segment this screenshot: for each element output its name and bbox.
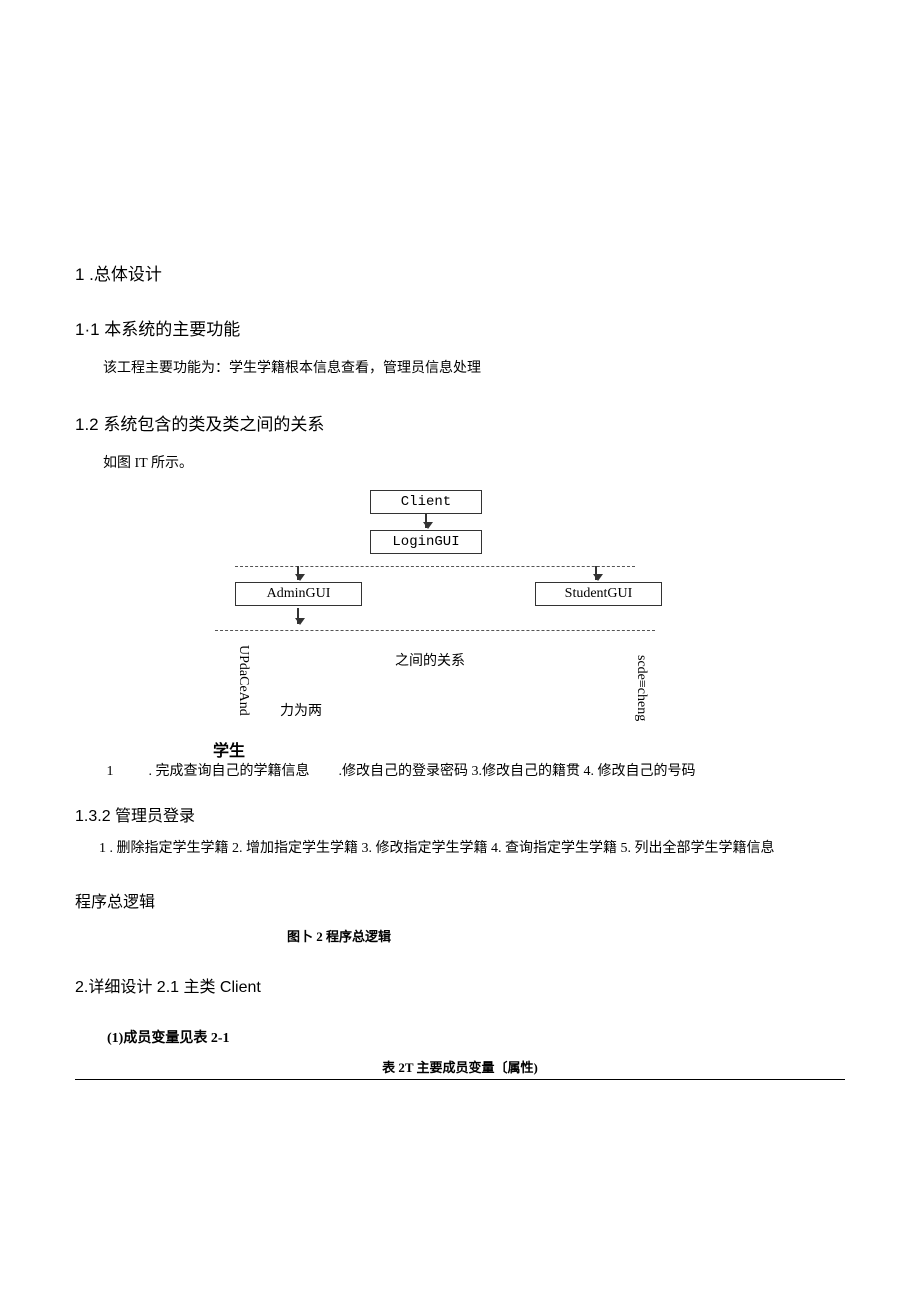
heading-1-2: 1.2 系统包含的类及类之间的关系 bbox=[75, 410, 845, 435]
class-diagram: Client LoginGUI AdminGUI StudentGUI UPda… bbox=[135, 490, 835, 760]
arrow-icon bbox=[595, 566, 597, 580]
table-2t-caption: 表 2T 主要成员变量〔属性) bbox=[75, 1057, 845, 1076]
diagram-label-scdecheng: scde≡cheng bbox=[633, 655, 649, 721]
list-item-text-c: .修改自己的登录密码 3.修改自己的籍贯 4. 修改自己的号码 bbox=[339, 764, 696, 779]
heading-2: 2.详细设计 2.1 主类 Client bbox=[75, 973, 845, 997]
dashed-connector bbox=[215, 630, 655, 631]
diagram-box-logingui: LoginGUI bbox=[370, 530, 482, 554]
diagram-box-studentgui: StudentGUI bbox=[535, 582, 662, 606]
diagram-box-admingui: AdminGUI bbox=[235, 582, 362, 606]
heading-logic: 程序总逻辑 bbox=[75, 888, 845, 912]
paragraph-1-1: 该工程主要功能为：学生学籍根本信息查看，管理员信息处理 bbox=[75, 358, 845, 380]
subtitle-2-1-1: (1)成员变量见表 2-1 bbox=[107, 1027, 845, 1047]
dashed-connector bbox=[235, 566, 635, 567]
table-2t-header: 表 2T 主要成员变量〔属性) bbox=[75, 1057, 845, 1080]
list-1-3-1: 1 . 完成查询自己的学籍信息 .修改自己的登录密码 3.修改自己的籍贯 4. … bbox=[75, 760, 845, 784]
heading-1-3-2: 1.3.2 管理员登录 bbox=[75, 802, 845, 826]
diagram-box-client: Client bbox=[370, 490, 482, 514]
figure-2-caption: 图卜 2 程序总逻辑 bbox=[287, 926, 845, 945]
heading-1-1: 1·1 本系统的主要功能 bbox=[75, 315, 845, 340]
heading-1: 1 .总体设计 bbox=[75, 260, 845, 285]
diagram-label-liweiliang: 力为两 bbox=[280, 700, 322, 720]
diagram-label-student: 学生 bbox=[213, 737, 245, 761]
arrow-icon bbox=[297, 566, 299, 580]
diagram-label-updatceand: UPdaCeAnd bbox=[235, 645, 251, 716]
arrow-icon bbox=[297, 608, 299, 624]
diagram-label-relation: 之间的关系 bbox=[395, 650, 465, 670]
paragraph-1-2: 如图 IT 所示。 bbox=[75, 453, 845, 475]
list-item-number: 1 bbox=[75, 760, 145, 784]
arrow-icon bbox=[425, 514, 427, 528]
list-item-text-b: . 完成查询自己的学籍信息 bbox=[149, 764, 310, 779]
paragraph-1-3-2: 1 . 删除指定学生学籍 2. 增加指定学生学籍 3. 修改指定学生学籍 4. … bbox=[75, 838, 845, 860]
